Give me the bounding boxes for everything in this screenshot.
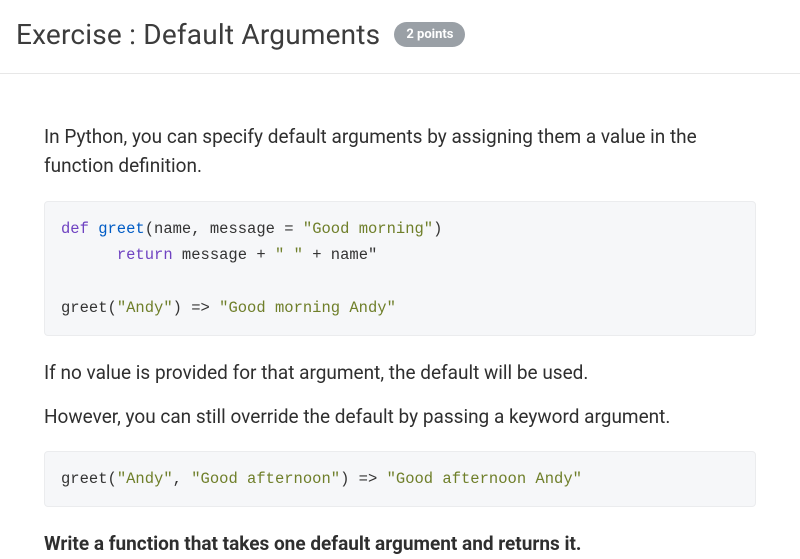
default-paragraph: If no value is provided for that argumen…	[44, 358, 756, 387]
code-block-1: def greet(name, message = "Good morning"…	[44, 201, 756, 336]
call-pre: greet(	[61, 299, 117, 317]
override-paragraph: However, you can still override the defa…	[44, 402, 756, 431]
text: message	[173, 246, 257, 264]
string-literal: "Andy"	[117, 470, 173, 488]
points-badge: 2 points	[394, 22, 465, 47]
call-mid: )	[173, 299, 192, 317]
code-block-2: greet("Andy", "Good afternoon") => "Good…	[44, 451, 756, 507]
string-literal: "Andy"	[117, 299, 173, 317]
exercise-title: Exercise : Default Arguments	[16, 18, 380, 51]
string-result: "Good afternoon Andy"	[387, 470, 582, 488]
args-text: name, message	[154, 220, 284, 238]
string-literal: "Good morning"	[303, 220, 433, 238]
call-pre: greet(	[61, 470, 117, 488]
paren-close: )	[433, 220, 442, 238]
string-literal: "Good afternoon"	[191, 470, 340, 488]
space	[377, 470, 386, 488]
comma: ,	[173, 470, 192, 488]
space	[210, 299, 219, 317]
string-literal: " "	[275, 246, 303, 264]
indent	[61, 246, 117, 264]
function-name: greet	[89, 220, 145, 238]
keyword-def: def	[61, 220, 89, 238]
keyword-return: return	[117, 246, 173, 264]
paren-open: (	[145, 220, 154, 238]
call-mid: )	[340, 470, 359, 488]
space	[266, 246, 275, 264]
exercise-header: Exercise : Default Arguments 2 points	[0, 0, 800, 74]
arrow-op: =>	[359, 470, 378, 488]
arrow-op: =>	[191, 299, 210, 317]
intro-paragraph: In Python, you can specify default argum…	[44, 122, 756, 181]
space	[303, 246, 312, 264]
text: name"	[322, 246, 378, 264]
plus-op: +	[312, 246, 321, 264]
exercise-content: In Python, you can specify default argum…	[0, 74, 800, 559]
plus-op: +	[256, 246, 265, 264]
string-result: "Good morning Andy"	[219, 299, 396, 317]
space	[294, 220, 303, 238]
equals-op: =	[284, 220, 293, 238]
instruction-text: Write a function that takes one default …	[44, 529, 756, 558]
